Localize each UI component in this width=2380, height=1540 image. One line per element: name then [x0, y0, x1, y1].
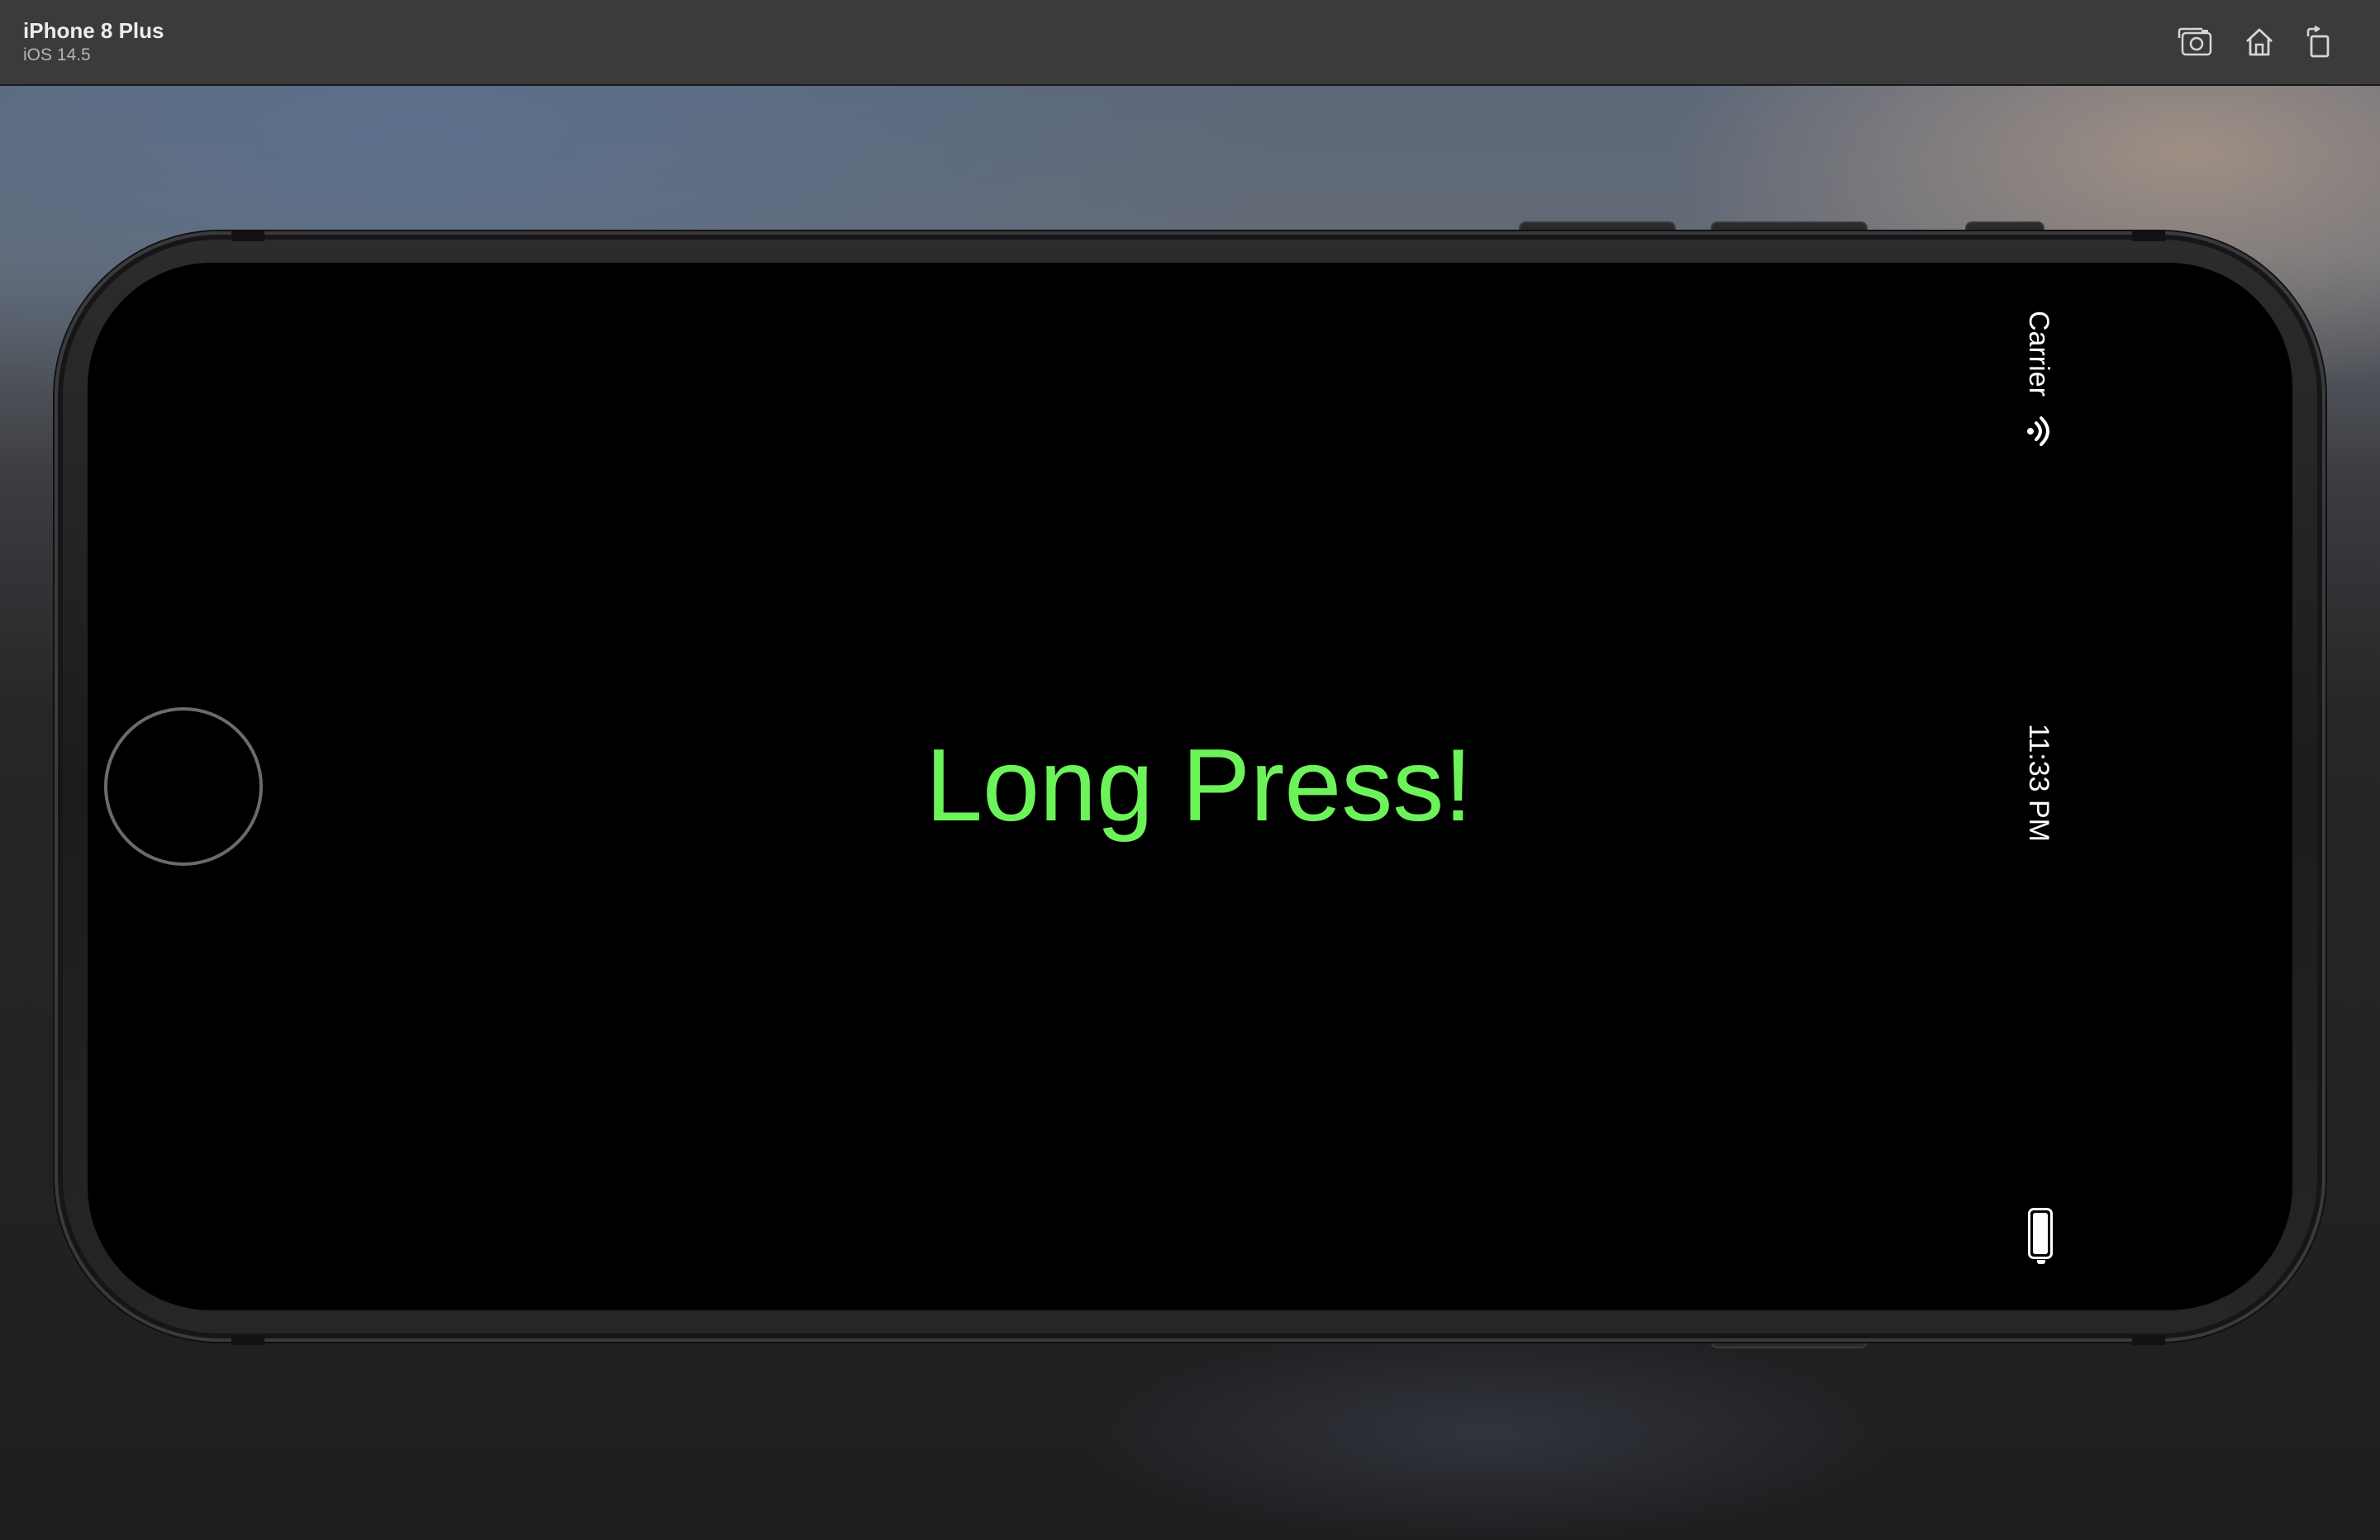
home-icon [2246, 28, 2273, 56]
os-version: iOS 14.5 [23, 45, 91, 64]
carrier-label: Carrier [2023, 311, 2054, 397]
antenna-line [231, 231, 264, 241]
status-time: 11:33 PM [2023, 724, 2054, 843]
antenna-line [2132, 1335, 2165, 1345]
simulator-title-bar: iPhone 8 Plus iOS 14.5 [0, 0, 2380, 85]
rotate-button[interactable] [2299, 23, 2340, 61]
camera-icon [2178, 27, 2212, 56]
device-name: iPhone 8 Plus [23, 18, 164, 43]
device-home-button[interactable] [104, 707, 263, 866]
rotate-icon [2306, 26, 2330, 58]
long-press-label[interactable]: Long Press! [926, 732, 1473, 839]
antenna-line [2132, 231, 2165, 241]
antenna-line [231, 1335, 264, 1345]
battery-icon [2028, 1208, 2053, 1264]
home-button-toolbar[interactable] [2239, 23, 2280, 61]
screenshot-button[interactable] [2175, 23, 2216, 61]
wifi-icon [2027, 416, 2049, 446]
